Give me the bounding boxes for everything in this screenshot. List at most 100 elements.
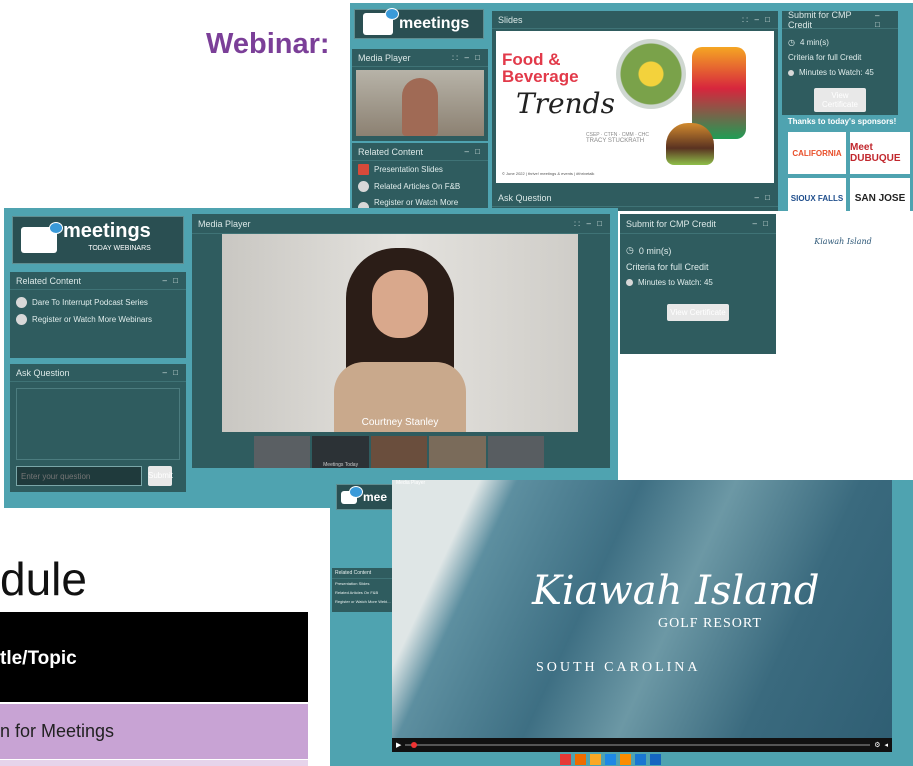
mid-ask-panel: Ask Question– □ Submit <box>10 364 186 492</box>
burger-image <box>666 123 714 165</box>
mid-cmp-panel: Submit for CMP Credit – □ ◷ 0 min(s) Crite… <box>620 214 776 354</box>
logo-icon <box>21 222 63 253</box>
participant-strip: Meetings Today <box>254 436 545 468</box>
schedule-heading: dule <box>0 553 87 605</box>
sponsor-sioux-falls[interactable]: SIOUX FALLS <box>788 178 846 218</box>
mid-logo: meetings TODAY WEBINARS <box>12 216 184 264</box>
minutes-to-watch: Minutes to Watch: 45 <box>638 278 713 287</box>
logo-word: meetings <box>63 220 151 242</box>
schedule-table-header: tle/Topic <box>0 612 308 702</box>
participant-thumb[interactable] <box>254 436 311 468</box>
schedule-table-row: n for Meetings <box>0 704 308 759</box>
toolbar-app-icon[interactable] <box>650 754 661 765</box>
panel-title: Submit for CMP Credit <box>788 9 852 30</box>
panel-title: Ask Question <box>498 192 552 203</box>
panel-controls[interactable]: – □ <box>162 276 180 285</box>
related-item[interactable]: Register or Watch More Webi... <box>332 597 394 606</box>
slide-title: Food & Beverage <box>502 50 579 86</box>
video-progress-bar[interactable] <box>405 742 871 748</box>
link-icon <box>358 181 369 192</box>
link-icon <box>16 297 27 308</box>
speaker-face <box>372 270 428 338</box>
panel-title: Related Content <box>16 275 82 286</box>
link-icon <box>16 314 27 325</box>
timer-icon: ◷ <box>626 245 634 255</box>
video-location: SOUTH CAROLINA <box>536 660 701 675</box>
settings-icon[interactable]: ⚙ <box>874 741 880 749</box>
presenter-video[interactable] <box>356 70 484 136</box>
toolbar-help-icon[interactable] <box>590 754 601 765</box>
cmp-minutes: 4 min(s) <box>799 38 829 47</box>
slide-credentials: CSEP · CTFN · CMM · CHC <box>586 132 649 138</box>
logo-subtitle: TODAY WEBINARS <box>88 245 151 252</box>
criteria-label: Criteria for full Credit <box>626 262 709 272</box>
panel-title: Ask Question <box>16 367 70 378</box>
mid-media-panel: Media Player:: – □ Courtney Stanley Meet… <box>192 214 610 468</box>
toolbar-link-icon[interactable] <box>605 754 616 765</box>
table-row-label: n for Meetings <box>0 721 115 741</box>
volume-icon[interactable]: ◂ <box>884 741 888 749</box>
related-item[interactable]: Dare To Interrupt Podcast Series <box>10 294 186 311</box>
top-cmp-panel: Submit for CMP Credit – □ ◷ 4 min(s) Crite… <box>782 9 898 115</box>
panel-title: Related Content <box>358 146 424 157</box>
sponsor-california[interactable]: CALIFORNIA <box>788 132 846 174</box>
table-header-label: tle/Topic <box>0 648 77 669</box>
top-related-panel: Related Content – □ Presentation Slides R… <box>352 143 488 216</box>
participant-thumb[interactable]: Meetings Today <box>312 436 369 468</box>
bottom-logo: mee <box>336 484 396 510</box>
schedule-table-row-2 <box>0 760 308 766</box>
question-list <box>16 388 180 460</box>
pdf-icon <box>358 164 369 175</box>
related-item[interactable]: Related Articles On F&B <box>352 178 488 195</box>
presenter-figure <box>402 78 438 136</box>
sponsor-san-jose[interactable]: SAN JOSE <box>850 178 910 218</box>
logo-word: meetings <box>399 15 470 32</box>
mid-webinar-screenshot: meetings TODAY WEBINARS Related Content –… <box>4 208 776 508</box>
toolbar-app-icon[interactable] <box>620 754 631 765</box>
top-media-panel: Media Player:: – □ <box>352 49 488 141</box>
sponsor-kiawah[interactable]: Kiawah Island <box>810 224 876 258</box>
food-plate-image <box>616 39 686 109</box>
panel-title: Media Player <box>198 218 251 229</box>
criteria-label: Criteria for full Credit <box>788 53 862 62</box>
related-item[interactable]: Register or Watch More Webinars <box>10 311 186 328</box>
toolbar-app-icon[interactable] <box>635 754 646 765</box>
toolbar-app-icon[interactable] <box>560 754 571 765</box>
webinar-heading: Webinar: <box>206 28 330 60</box>
video-brand-title: Kiawah Island <box>532 568 820 614</box>
panel-controls[interactable]: :: – □ <box>574 219 604 228</box>
view-certificate-button[interactable]: View Certificate <box>667 304 729 321</box>
panel-title: Submit for CMP Credit <box>626 218 716 229</box>
panel-title: Related Content <box>332 568 394 579</box>
play-icon[interactable]: ▶ <box>396 741 401 749</box>
slide-presenter: TRACY STUCKRATH <box>586 138 645 144</box>
related-item[interactable]: Presentation Slides <box>332 579 394 588</box>
participant-thumb[interactable] <box>429 436 486 468</box>
related-item[interactable]: Related Articles On F&B <box>332 588 394 597</box>
video-title: Media Player <box>396 480 426 486</box>
panel-controls[interactable]: :: – □ <box>452 53 482 62</box>
timer-icon: ◷ <box>788 38 795 47</box>
top-logo: meetings <box>354 8 484 39</box>
submit-question-button[interactable]: Submit <box>148 466 173 486</box>
bottom-webinar-screenshot: mee Related Content Presentation Slides … <box>330 480 913 766</box>
view-certificate-button[interactable]: View Certificate <box>814 88 866 112</box>
logo-icon <box>341 485 363 504</box>
sponsor-dubuque[interactable]: Meet DUBUQUE <box>850 132 910 174</box>
toolbar-app-icon[interactable] <box>575 754 586 765</box>
related-item[interactable]: Presentation Slides <box>352 161 488 178</box>
logo-word: mee <box>363 490 388 504</box>
progress-handle[interactable] <box>411 742 418 748</box>
speaker-video[interactable]: Courtney Stanley <box>222 234 578 432</box>
slide-image: Food & Beverage Trends TRACY STUCKRATH C… <box>496 31 774 183</box>
bottom-related-panel: Related Content Presentation Slides Rela… <box>332 568 394 612</box>
video-controls: ▶ ⚙ ◂ <box>392 738 892 752</box>
resort-video[interactable]: Media Player Kiawah Island GOLF RESORT S… <box>392 480 892 752</box>
panel-title: Slides <box>498 14 523 25</box>
participant-thumb[interactable] <box>487 436 545 468</box>
question-input[interactable] <box>16 466 142 486</box>
bullet-icon <box>788 69 794 76</box>
participant-thumb[interactable] <box>370 436 428 468</box>
mid-related-panel: Related Content – □ Dare To Interrupt Pod… <box>10 272 186 358</box>
minutes-to-watch: Minutes to Watch: 45 <box>799 68 874 77</box>
